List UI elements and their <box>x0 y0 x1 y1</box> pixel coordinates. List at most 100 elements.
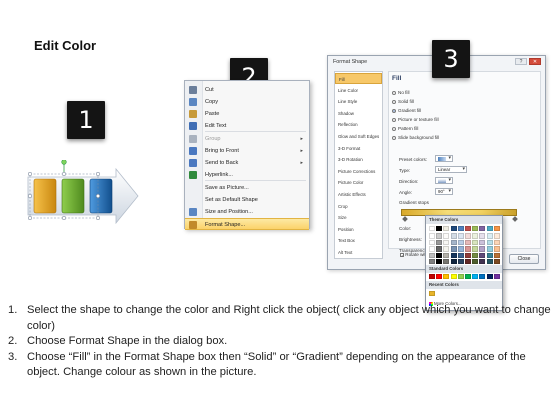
category-reflection[interactable]: Reflection <box>335 119 382 130</box>
color-swatch[interactable] <box>443 233 450 239</box>
color-swatch[interactable] <box>472 274 479 280</box>
menu-item-format-shape[interactable]: Format Shape... <box>185 218 309 230</box>
color-swatch[interactable] <box>493 274 500 280</box>
color-swatch[interactable] <box>479 233 486 239</box>
color-swatch[interactable] <box>443 239 450 246</box>
color-swatch[interactable] <box>472 259 479 265</box>
color-swatch[interactable] <box>465 246 471 252</box>
color-swatch[interactable] <box>436 226 443 232</box>
menu-item-bring-to-front[interactable]: Bring to Front ▸ <box>185 145 309 157</box>
menu-item-cut[interactable]: Cut <box>185 84 309 96</box>
color-swatch[interactable] <box>472 246 479 252</box>
color-swatch[interactable] <box>479 274 486 280</box>
color-swatch[interactable] <box>465 274 471 280</box>
menu-item-edit-text[interactable]: Edit Text <box>185 120 309 132</box>
color-swatch[interactable] <box>436 239 443 246</box>
color-swatch[interactable] <box>450 239 457 246</box>
color-swatch[interactable] <box>450 226 457 232</box>
color-swatch[interactable] <box>486 239 493 246</box>
color-swatch[interactable] <box>436 252 443 258</box>
menu-item-set-as-default-shape[interactable]: Set as Default Shape <box>185 194 309 206</box>
color-swatch[interactable] <box>472 252 479 258</box>
color-swatch[interactable] <box>457 274 464 280</box>
category-text-box[interactable]: Text Box <box>335 235 382 246</box>
color-swatch[interactable] <box>465 239 471 246</box>
category-picture-color[interactable]: Picture Color <box>335 177 382 188</box>
category-fill[interactable]: Fill <box>335 73 382 85</box>
color-swatch[interactable] <box>465 233 471 239</box>
fill-option-gradient-fill[interactable]: Gradient fill <box>392 107 421 114</box>
direction-dropdown[interactable] <box>435 177 453 184</box>
color-swatch[interactable] <box>429 291 435 297</box>
close-button[interactable]: Close <box>509 254 539 264</box>
color-swatch[interactable] <box>493 233 500 239</box>
category-crop[interactable]: Crop <box>335 201 382 212</box>
menu-item-copy[interactable]: Copy <box>185 96 309 108</box>
color-swatch[interactable] <box>429 233 435 239</box>
color-swatch[interactable] <box>457 252 464 258</box>
category-3-d-rotation[interactable]: 3-D Rotation <box>335 154 382 165</box>
color-swatch[interactable] <box>486 252 493 258</box>
color-swatch[interactable] <box>479 226 486 232</box>
fill-option-slide-background-fill[interactable]: Slide background fill <box>392 134 439 141</box>
color-swatch[interactable] <box>443 259 450 265</box>
color-swatch[interactable] <box>450 233 457 239</box>
color-swatch[interactable] <box>472 226 479 232</box>
arrow-shape-graphic[interactable] <box>24 159 142 232</box>
color-swatch[interactable] <box>457 239 464 246</box>
color-swatch[interactable] <box>429 239 435 246</box>
color-swatch[interactable] <box>465 252 471 258</box>
preset-colors-dropdown[interactable] <box>435 155 453 162</box>
rotate-handle[interactable] <box>61 159 67 165</box>
menu-item-paste[interactable]: Paste <box>185 108 309 120</box>
color-swatch[interactable] <box>450 259 457 265</box>
color-swatch[interactable] <box>429 252 435 258</box>
color-swatch[interactable] <box>436 246 443 252</box>
color-swatch[interactable] <box>429 246 435 252</box>
color-swatch[interactable] <box>479 259 486 265</box>
window-close-button[interactable]: ✕ <box>529 58 541 65</box>
color-swatch[interactable] <box>457 259 464 265</box>
color-swatch[interactable] <box>436 233 443 239</box>
color-swatch[interactable] <box>457 246 464 252</box>
fill-option-picture-or-texture-fill[interactable]: Picture or texture fill <box>392 116 439 123</box>
fill-option-no-fill[interactable]: No fill <box>392 89 410 96</box>
category-position[interactable]: Position <box>335 224 382 235</box>
menu-item-size-and-position[interactable]: Size and Position... <box>185 206 309 218</box>
menu-item-save-as-picture[interactable]: Save as Picture... <box>185 182 309 194</box>
color-swatch[interactable] <box>486 274 493 280</box>
help-button[interactable]: ? <box>515 58 527 65</box>
color-swatch[interactable] <box>450 274 457 280</box>
color-swatch[interactable] <box>443 246 450 252</box>
color-swatch[interactable] <box>479 239 486 246</box>
color-swatch[interactable] <box>472 233 479 239</box>
color-swatch[interactable] <box>443 274 450 280</box>
menu-item-hyperlink[interactable]: Hyperlink... <box>185 169 309 181</box>
color-swatch[interactable] <box>493 259 500 265</box>
gradient-stop[interactable] <box>402 216 408 222</box>
category-line-style[interactable]: Line Style <box>335 96 382 107</box>
color-swatch[interactable] <box>493 226 500 232</box>
arrow-shape-svg[interactable] <box>24 159 142 232</box>
color-swatch[interactable] <box>443 226 450 232</box>
category-alt-text[interactable]: Alt Text <box>335 247 382 258</box>
menu-item-group[interactable]: Group ▸ <box>185 133 309 145</box>
angle-input[interactable]: 90° <box>435 188 453 195</box>
color-swatch[interactable] <box>493 252 500 258</box>
category-picture-corrections[interactable]: Picture Corrections <box>335 166 382 177</box>
category-line-color[interactable]: Line Color <box>335 85 382 96</box>
color-swatch[interactable] <box>486 233 493 239</box>
color-swatch[interactable] <box>479 252 486 258</box>
fill-option-pattern-fill[interactable]: Pattern fill <box>392 125 418 132</box>
color-swatch[interactable] <box>429 259 435 265</box>
color-swatch[interactable] <box>486 226 493 232</box>
color-swatch[interactable] <box>457 233 464 239</box>
color-swatch[interactable] <box>486 246 493 252</box>
category-size[interactable]: Size <box>335 212 382 223</box>
color-swatch[interactable] <box>493 246 500 252</box>
color-swatch[interactable] <box>429 226 435 232</box>
color-swatch[interactable] <box>429 274 435 280</box>
color-swatch[interactable] <box>493 239 500 246</box>
color-swatch[interactable] <box>465 226 471 232</box>
menu-item-send-to-back[interactable]: Send to Back ▸ <box>185 157 309 169</box>
